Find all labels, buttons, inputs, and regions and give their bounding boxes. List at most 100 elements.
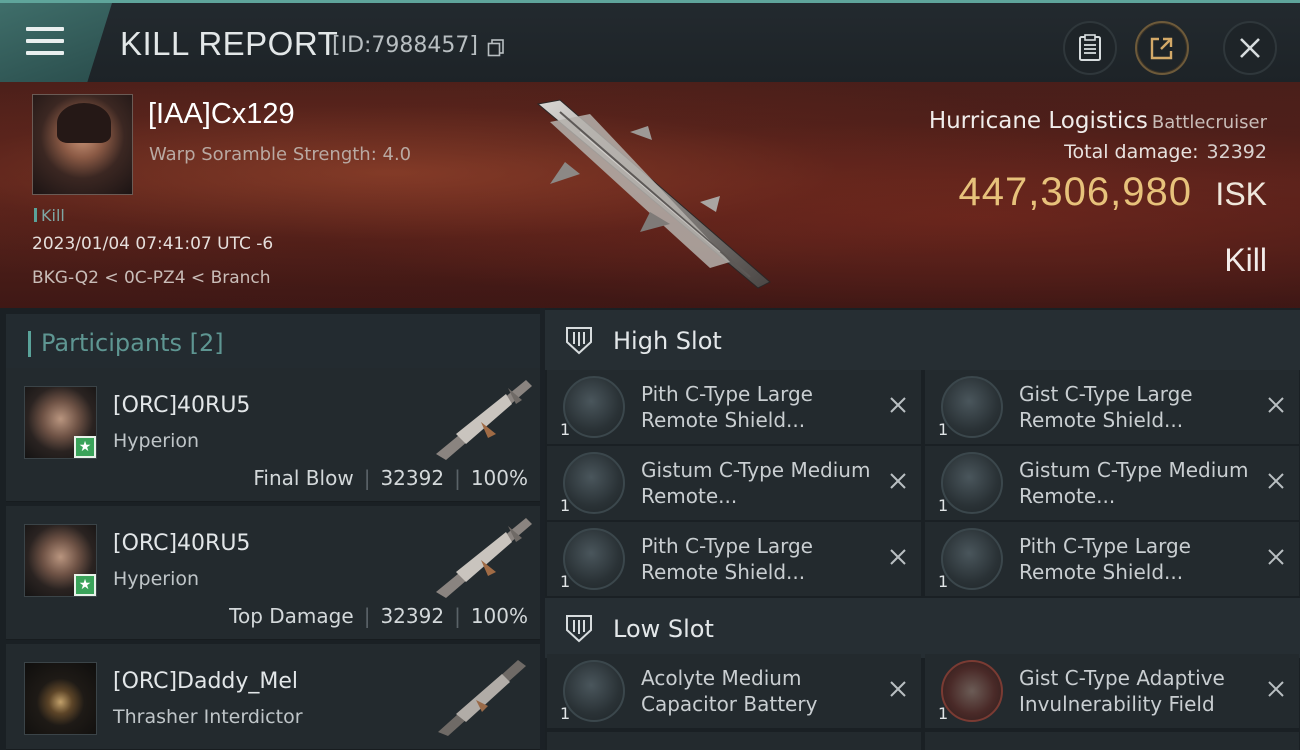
shield-module-icon <box>941 376 1003 438</box>
participant-name[interactable]: [ORC]40RU5 <box>113 531 250 556</box>
module-item[interactable]: 1 Acolyte Medium Capacitor Battery <box>547 654 921 728</box>
share-button[interactable] <box>1135 21 1189 75</box>
shield-module-icon <box>941 452 1003 514</box>
report-id: [ID:7988457] <box>332 33 478 58</box>
module-name: Pith C-Type Large Remote Shield... <box>641 382 813 432</box>
module-quantity: 1 <box>560 420 571 439</box>
isk-unit: ISK <box>1215 176 1267 212</box>
isk-value: 447,306,980 <box>958 170 1192 214</box>
participant-damage: 32392 <box>380 604 445 628</box>
participant-stats: Top Damage | 32392 | 100% <box>229 604 528 628</box>
participant-row[interactable]: ★ [ORC]40RU5 Hyperion Final Blow | 32392 | 1… <box>6 368 540 502</box>
victim-ship-name[interactable]: Hurricane Logistics Battlecruiser <box>929 108 1267 134</box>
menu-button[interactable] <box>0 3 112 82</box>
high-slot-label: High Slot <box>613 327 722 355</box>
ship-class: Battlecruiser <box>1151 112 1267 133</box>
participant-name[interactable]: [ORC]Daddy_Mel <box>113 669 298 694</box>
module-name: Pith C-Type Large Remote Shield... <box>641 534 813 584</box>
victim-avatar[interactable] <box>32 94 133 195</box>
page-title: KILL REPORT <box>120 25 339 62</box>
shield-module-icon <box>563 452 625 514</box>
result-label: Kill <box>1224 242 1267 278</box>
clipboard-icon <box>1079 34 1101 61</box>
ship-name-text: Hurricane Logistics <box>928 108 1148 134</box>
victim-ship-image <box>536 99 771 289</box>
participant-role: Top Damage <box>229 604 354 628</box>
participant-ship-image <box>438 660 526 736</box>
module-item[interactable]: 1 Gist C-Type Adaptive Invulnerability F… <box>925 654 1299 728</box>
total-damage-value: 32392 <box>1206 141 1267 163</box>
close-button[interactable] <box>1223 21 1277 75</box>
close-icon[interactable] <box>887 470 909 492</box>
notes-button[interactable] <box>1063 21 1117 75</box>
module-quantity: 1 <box>938 496 949 515</box>
star-icon: ★ <box>74 574 96 596</box>
module-quantity: 1 <box>560 496 571 515</box>
module-item[interactable] <box>925 732 1299 750</box>
participants-header: Participants [2] <box>6 314 540 372</box>
kill-datetime: 2023/01/04 07:41:07 UTC -6 <box>32 234 274 254</box>
module-item[interactable]: 1 Pith C-Type Large Remote Shield... <box>547 370 921 444</box>
module-name: Gistum C-Type Medium Remote... <box>1019 458 1249 508</box>
participant-avatar[interactable] <box>24 662 97 735</box>
participant-stats: Final Blow | 32392 | 100% <box>253 466 528 490</box>
participant-ship: Hyperion <box>113 568 200 590</box>
capacitor-battery-icon <box>563 660 625 722</box>
kill-location[interactable]: BKG-Q2 < 0C-PZ4 < Branch <box>32 268 271 288</box>
module-name: Acolyte Medium Capacitor Battery <box>641 666 818 716</box>
low-slot-header: Low Slot <box>545 598 1300 658</box>
close-icon[interactable] <box>887 394 909 416</box>
module-quantity: 1 <box>560 704 571 723</box>
participant-role: Final Blow <box>253 466 354 490</box>
star-icon: ★ <box>74 436 96 458</box>
top-bar: KILL REPORT [ID:7988457] <box>0 0 1300 82</box>
participants-panel: Participants [2] ★ [ORC]40RU5 Hyperion F… <box>0 308 540 750</box>
total-damage: Total damage: 32392 <box>1064 141 1267 163</box>
copy-icon[interactable] <box>487 39 505 57</box>
module-name: Gistum C-Type Medium Remote... <box>641 458 871 508</box>
shield-module-icon <box>941 528 1003 590</box>
high-slot-header: High Slot <box>545 310 1300 370</box>
hamburger-icon <box>26 27 64 57</box>
module-item[interactable] <box>547 732 921 750</box>
close-icon[interactable] <box>1265 394 1287 416</box>
close-icon[interactable] <box>1265 678 1287 700</box>
module-item[interactable]: 1 Gistum C-Type Medium Remote... <box>925 446 1299 520</box>
module-quantity: 1 <box>560 572 571 591</box>
module-item[interactable]: 1 Pith C-Type Large Remote Shield... <box>547 522 921 596</box>
invulnerability-field-icon <box>941 660 1003 722</box>
participant-name[interactable]: [ORC]40RU5 <box>113 393 250 418</box>
participant-ship-image <box>436 380 532 460</box>
module-item[interactable]: 1 Gistum C-Type Medium Remote... <box>547 446 921 520</box>
module-name: Pith C-Type Large Remote Shield... <box>1019 534 1191 584</box>
low-slot-label: Low Slot <box>613 615 714 643</box>
module-quantity: 1 <box>938 704 949 723</box>
participant-ship: Hyperion <box>113 430 200 452</box>
close-icon[interactable] <box>1265 470 1287 492</box>
participant-percent: 100% <box>470 466 528 490</box>
participant-avatar[interactable]: ★ <box>24 386 97 459</box>
shield-module-icon <box>563 528 625 590</box>
close-icon[interactable] <box>887 678 909 700</box>
kill-tag: Kill <box>34 206 65 225</box>
close-icon[interactable] <box>1265 546 1287 568</box>
victim-banner: [IAA]Cx129 Warp Soramble Strength: 4.0 K… <box>0 82 1300 308</box>
victim-name[interactable]: [IAA]Cx129 <box>148 98 295 131</box>
warp-scramble-strength: Warp Soramble Strength: 4.0 <box>149 144 412 165</box>
module-item[interactable]: 1 Pith C-Type Large Remote Shield... <box>925 522 1299 596</box>
module-quantity: 1 <box>938 420 949 439</box>
participant-damage: 32392 <box>380 466 445 490</box>
module-name: Gist C-Type Adaptive Invulnerability Fie… <box>1019 666 1225 716</box>
participants-label: Participants [2] <box>41 329 224 357</box>
module-item[interactable]: 1 Gist C-Type Large Remote Shield... <box>925 370 1299 444</box>
close-icon[interactable] <box>887 546 909 568</box>
participant-row[interactable]: ★ [ORC]40RU5 Hyperion Top Damage | 32392 | 1… <box>6 506 540 640</box>
participant-avatar[interactable]: ★ <box>24 524 97 597</box>
total-damage-label: Total damage: <box>1064 141 1199 163</box>
low-slot-icon <box>566 615 592 643</box>
close-icon <box>1240 38 1260 58</box>
participant-ship-image <box>436 518 532 598</box>
participant-row[interactable]: [ORC]Daddy_Mel Thrasher Interdictor <box>6 644 540 750</box>
module-name: Gist C-Type Large Remote Shield... <box>1019 382 1193 432</box>
fitting-panel: High Slot 1 Pith C-Type Large Remote Shi… <box>545 308 1300 750</box>
